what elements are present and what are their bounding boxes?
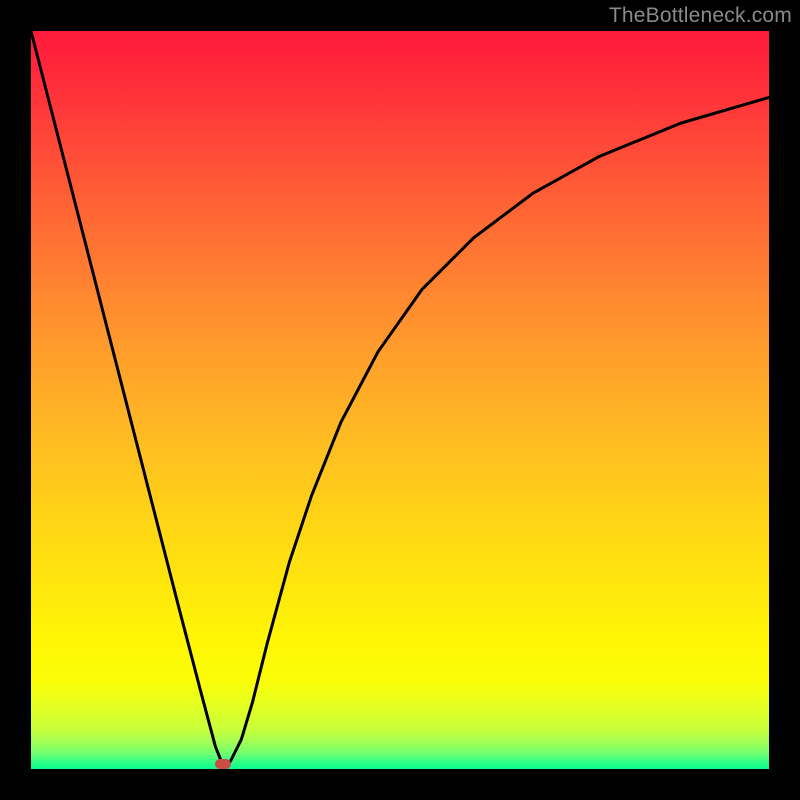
bottleneck-curve [31, 31, 769, 769]
plot-area [31, 31, 769, 769]
watermark-text: TheBottleneck.com [609, 4, 792, 28]
minimum-marker [215, 759, 231, 769]
chart-frame: TheBottleneck.com [0, 0, 800, 800]
